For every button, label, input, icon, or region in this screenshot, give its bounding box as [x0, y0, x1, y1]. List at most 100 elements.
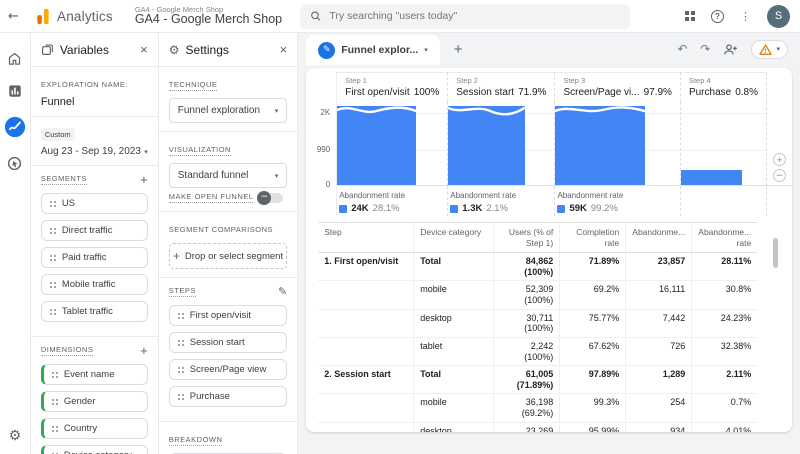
col-header-abandonments[interactable]: Abandonme...: [625, 223, 691, 253]
funnel-bar[interactable]: [337, 106, 417, 185]
segment-chip[interactable]: Direct traffic: [40, 220, 148, 241]
cell-abandonment-rate: 32.38%: [691, 337, 758, 367]
segment-label: US: [61, 198, 76, 209]
col-header-users[interactable]: Users (% of Step 1): [493, 223, 559, 253]
zoom-out-button[interactable]: −: [773, 169, 786, 182]
undo-icon[interactable]: ↶: [677, 43, 687, 55]
reports-icon[interactable]: [8, 84, 22, 98]
table-row[interactable]: desktop 30,711 (100%) 75.77% 7,442 24.23%: [318, 309, 758, 338]
cell-users: 84,862 (100%): [493, 253, 560, 282]
dimension-label: Country: [63, 423, 98, 434]
dimension-label: Event name: [63, 369, 115, 380]
cell-step: [318, 310, 414, 338]
cell-users: 36,198 (69.2%): [493, 394, 560, 423]
table-row[interactable]: mobile 52,309 (100%) 69.2% 16,111 30.8%: [318, 281, 758, 310]
zoom-in-button[interactable]: +: [773, 153, 786, 166]
legend-square-icon: [339, 204, 348, 213]
visualization-value: Standard funnel: [177, 170, 249, 181]
home-icon[interactable]: [7, 51, 22, 66]
funnel-bar[interactable]: [448, 106, 525, 185]
col-header-device[interactable]: Device category: [413, 223, 493, 253]
dimension-chip[interactable]: Country: [40, 418, 148, 439]
table-row[interactable]: desktop23,269 (75.77%)95.99%9344.01%: [318, 422, 757, 432]
segment-label: Direct traffic: [61, 225, 113, 236]
table-row[interactable]: 1. First open/visit Total 84,862 (100%) 71.…: [318, 253, 758, 282]
funnel-step-header[interactable]: Step 1 First open/visit 100%: [336, 72, 448, 102]
step-chip[interactable]: First open/visit: [168, 305, 288, 326]
funnel-step-header[interactable]: Step 2 Session start 71.9%: [447, 72, 555, 102]
plus-icon: +: [172, 249, 180, 263]
redo-icon[interactable]: ↷: [700, 43, 710, 55]
table-row[interactable]: mobile 36,198 (69.2%) 99.3% 254 0.7%: [318, 394, 758, 423]
chevron-down-icon: ▾: [776, 45, 780, 53]
step-percent: 100%: [413, 87, 440, 98]
advertising-icon[interactable]: [7, 156, 22, 171]
segment-label: Paid traffic: [61, 252, 107, 263]
step-label: Session start: [189, 337, 245, 348]
date-range-picker[interactable]: Aug 23 - Sep 19, 2023 ▾: [41, 146, 148, 157]
tab-funnel-exploration[interactable]: ✎ Funnel explor... ▾: [306, 35, 440, 65]
admin-gear-icon[interactable]: ⚙: [9, 428, 22, 444]
exploration-name-value[interactable]: Funnel: [41, 96, 148, 108]
table-row[interactable]: tablet 2,242 (100%) 67.62% 726 32.38%: [318, 337, 758, 367]
explore-icon-active[interactable]: [4, 116, 26, 138]
step-label: First open/visit: [189, 310, 251, 321]
col-header-step[interactable]: Step: [318, 223, 413, 252]
cell-completion: 67.62%: [559, 337, 626, 367]
variables-panel: Variables × EXPLORATION NAME: Funnel Cus…: [30, 33, 159, 454]
drag-handle-icon: [50, 369, 58, 380]
cell-abandonment-rate: 24.23%: [691, 309, 758, 338]
step-chip[interactable]: Purchase: [168, 386, 288, 407]
segment-chip[interactable]: Mobile traffic: [40, 274, 148, 295]
segment-chip[interactable]: US: [40, 193, 148, 214]
drag-handle-icon: [50, 396, 58, 407]
settings-close-icon[interactable]: ×: [280, 42, 288, 57]
abandonment-rate: 28.1%: [372, 203, 400, 214]
dimension-chip[interactable]: Gender: [40, 391, 148, 412]
search-input[interactable]: [329, 10, 621, 22]
visualization-select[interactable]: Standard funnel ▾: [168, 163, 288, 188]
dimension-chip[interactable]: Device category: [40, 445, 148, 454]
technique-select[interactable]: Funnel exploration ▾: [168, 98, 288, 123]
funnel-step-header[interactable]: Step 4 Purchase 0.8%: [679, 72, 766, 102]
funnel-bar[interactable]: [680, 170, 743, 185]
add-segment-icon[interactable]: +: [140, 173, 148, 186]
edit-steps-icon[interactable]: ✎: [278, 285, 287, 298]
step-chip[interactable]: Session start: [168, 332, 288, 353]
org-grid-icon[interactable]: [685, 11, 695, 21]
drop-segment-text: Drop or select segment: [184, 250, 284, 262]
analytics-logo: [32, 7, 51, 26]
segment-chip[interactable]: Paid traffic: [40, 247, 148, 268]
step-chip[interactable]: Screen/Page view: [168, 359, 288, 380]
dimension-label: Device category: [64, 450, 132, 454]
technique-value: Funnel exploration: [177, 105, 261, 116]
variables-close-icon[interactable]: ×: [140, 42, 148, 57]
property-switcher[interactable]: GA4 - Google Merch Shop GA4 - Google Mer…: [135, 5, 282, 27]
open-funnel-toggle[interactable]: −: [257, 190, 284, 205]
funnel-step-header[interactable]: Step 3 Screen/Page vi... 97.9%: [554, 72, 680, 102]
share-icon[interactable]: [723, 43, 738, 56]
step-name: Purchase: [688, 87, 732, 98]
y-axis: 2K 990 0: [306, 102, 336, 189]
col-header-abandonment-rate[interactable]: Abandonme... rate: [691, 223, 757, 253]
sampling-warning-button[interactable]: ▾: [751, 39, 788, 59]
help-icon[interactable]: ?: [711, 9, 724, 23]
cell-abandonment-rate: 2.11%: [691, 366, 758, 395]
drag-handle-icon: [176, 391, 184, 402]
add-dimension-icon[interactable]: +: [140, 344, 148, 357]
abandonment-cell: Abandonment rate 59K 99.2%: [554, 186, 680, 216]
table-row[interactable]: 2. Session start Total 61,005 (71.89%) 97.8…: [318, 366, 758, 395]
col-header-completion[interactable]: Completion rate: [559, 223, 625, 253]
steps-label: STEPS: [168, 286, 196, 297]
avatar[interactable]: S: [767, 4, 790, 28]
table-scrollbar[interactable]: [773, 238, 778, 268]
funnel-bar[interactable]: [555, 106, 646, 185]
add-tab-button[interactable]: +: [454, 41, 463, 58]
segment-chip[interactable]: Tablet traffic: [40, 301, 148, 322]
dimension-chip[interactable]: Event name: [40, 364, 148, 385]
more-vertical-icon[interactable]: ⋮: [740, 10, 751, 23]
drop-segment-zone[interactable]: + Drop or select segment: [168, 243, 288, 269]
search-bar[interactable]: [300, 3, 631, 29]
back-button[interactable]: ←: [8, 9, 28, 24]
legend-square-icon: [557, 204, 566, 213]
